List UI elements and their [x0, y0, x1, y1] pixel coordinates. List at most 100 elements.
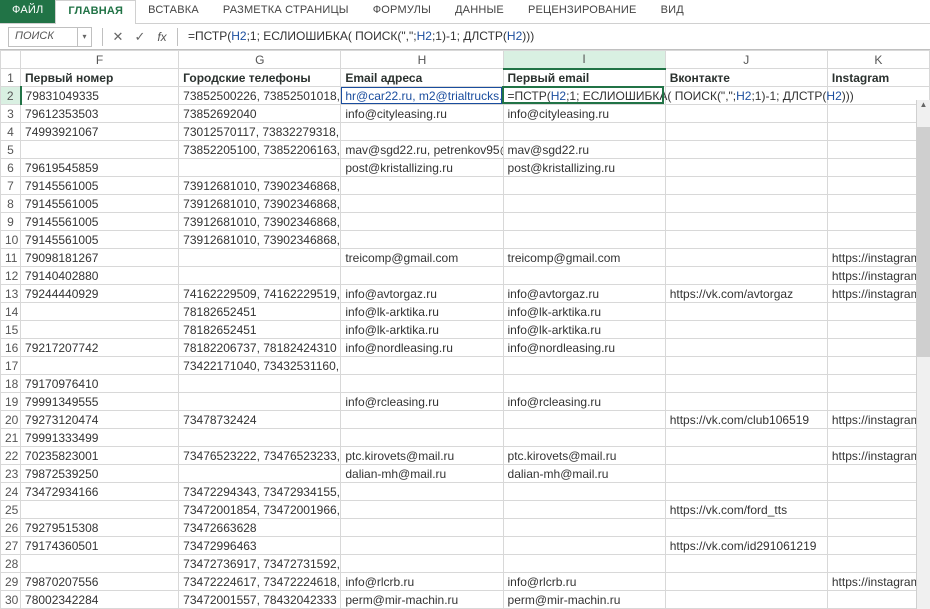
cell[interactable] — [179, 159, 341, 177]
formula-cancel-button[interactable]: ✕ — [107, 27, 129, 47]
cell[interactable]: ptc.kirovets@mail.ru — [503, 447, 665, 465]
cell[interactable]: 79140402880 — [21, 267, 179, 285]
cell[interactable] — [503, 519, 665, 537]
tab-home[interactable]: ГЛАВНАЯ — [55, 0, 136, 24]
row-header[interactable]: 30 — [1, 591, 21, 609]
cell[interactable] — [827, 339, 929, 357]
cell[interactable] — [665, 213, 827, 231]
header-cell-J[interactable]: Вконтакте — [665, 69, 827, 87]
cell[interactable] — [341, 231, 503, 249]
header-cell-F[interactable]: Первый номер — [21, 69, 179, 87]
row-header[interactable]: 13 — [1, 285, 21, 303]
cell[interactable]: 79872539250 — [21, 465, 179, 483]
cell[interactable] — [665, 159, 827, 177]
cell[interactable]: 74993921067 — [21, 123, 179, 141]
cell[interactable] — [665, 429, 827, 447]
cell[interactable]: 73912681010, 73902346868, 74162490001, 7… — [179, 213, 341, 231]
cell[interactable] — [179, 267, 341, 285]
cell[interactable] — [503, 555, 665, 573]
cell[interactable] — [341, 213, 503, 231]
row-header[interactable]: 8 — [1, 195, 21, 213]
tab-review[interactable]: РЕЦЕНЗИРОВАНИЕ — [516, 0, 649, 23]
tab-data[interactable]: ДАННЫЕ — [443, 0, 516, 23]
cell[interactable] — [827, 213, 929, 231]
cell[interactable]: treicomp@gmail.com — [503, 249, 665, 267]
cell[interactable] — [827, 105, 929, 123]
row-header[interactable]: 24 — [1, 483, 21, 501]
row-header[interactable]: 18 — [1, 375, 21, 393]
cell[interactable] — [665, 465, 827, 483]
cell[interactable] — [341, 429, 503, 447]
cell[interactable]: info@nordleasing.ru — [503, 339, 665, 357]
cell[interactable] — [827, 321, 929, 339]
cell[interactable] — [503, 231, 665, 249]
cell[interactable] — [827, 465, 929, 483]
row-header[interactable]: 16 — [1, 339, 21, 357]
cell[interactable]: 78182652451 — [179, 321, 341, 339]
name-box-dropdown-icon[interactable]: ▾ — [78, 27, 92, 47]
cell[interactable]: 78182206737, 78182424310 — [179, 339, 341, 357]
column-header-H[interactable]: H — [341, 51, 503, 69]
row-header[interactable]: 2 — [1, 87, 21, 105]
cell[interactable]: 79217207742 — [21, 339, 179, 357]
row-header[interactable]: 28 — [1, 555, 21, 573]
row-header[interactable]: 14 — [1, 303, 21, 321]
cell[interactable]: info@rcleasing.ru — [341, 393, 503, 411]
cell[interactable] — [665, 393, 827, 411]
cell[interactable]: 79991333499 — [21, 429, 179, 447]
cell[interactable]: 73472001854, 73472001966, 78432040846, 7… — [179, 501, 341, 519]
cell[interactable] — [503, 411, 665, 429]
cell[interactable]: 73912681010, 73902346868, 74162490001, 7… — [179, 177, 341, 195]
cell[interactable]: 79145561005 — [21, 231, 179, 249]
cell[interactable]: https://instagram.com/ — [827, 573, 929, 591]
cell[interactable] — [21, 321, 179, 339]
cell[interactable]: treicomp@gmail.com — [341, 249, 503, 267]
cell[interactable] — [827, 483, 929, 501]
row-header[interactable]: 26 — [1, 519, 21, 537]
cell[interactable] — [665, 141, 827, 159]
cell[interactable] — [21, 555, 179, 573]
cell[interactable]: perm@mir-machin.ru — [503, 591, 665, 609]
cell[interactable]: https://vk.com/club106519 — [665, 411, 827, 429]
cell[interactable] — [665, 177, 827, 195]
cell[interactable] — [503, 123, 665, 141]
grid[interactable]: FGHIJK 1Первый номерГородские телефоныEm… — [0, 50, 930, 609]
cell[interactable] — [503, 501, 665, 519]
cell[interactable]: info@lk-arktika.ru — [341, 321, 503, 339]
row-header[interactable]: 19 — [1, 393, 21, 411]
header-cell-K[interactable]: Instagram — [827, 69, 929, 87]
column-header-I[interactable]: I — [503, 51, 665, 69]
cell[interactable] — [21, 357, 179, 375]
cell[interactable]: post@kristallizing.ru — [503, 159, 665, 177]
cell[interactable] — [503, 429, 665, 447]
cell[interactable] — [827, 357, 929, 375]
cell[interactable] — [503, 213, 665, 231]
cell[interactable] — [665, 105, 827, 123]
cell[interactable] — [827, 159, 929, 177]
cell[interactable]: 73422171040, 73432531160, 73432531161, 7… — [179, 357, 341, 375]
cell[interactable] — [665, 339, 827, 357]
cell[interactable] — [827, 591, 929, 609]
cell[interactable] — [179, 429, 341, 447]
cell[interactable] — [179, 249, 341, 267]
name-box[interactable]: ПОИСК — [8, 27, 78, 47]
row-header[interactable]: 20 — [1, 411, 21, 429]
cell[interactable]: 79098181267 — [21, 249, 179, 267]
row-header[interactable]: 25 — [1, 501, 21, 519]
cell[interactable]: 79612353503 — [21, 105, 179, 123]
row-header[interactable]: 15 — [1, 321, 21, 339]
cell[interactable] — [665, 447, 827, 465]
row-header[interactable]: 21 — [1, 429, 21, 447]
cell[interactable]: 73852692040 — [179, 105, 341, 123]
cell[interactable]: 79831049335 — [21, 87, 179, 105]
cell[interactable] — [827, 141, 929, 159]
cell[interactable]: hr@car22.ru, m2@trialtrucks.ru — [341, 87, 503, 105]
cell[interactable] — [341, 501, 503, 519]
cell[interactable] — [341, 195, 503, 213]
cell[interactable] — [21, 303, 179, 321]
cell[interactable] — [503, 177, 665, 195]
row-header[interactable]: 6 — [1, 159, 21, 177]
header-cell-H[interactable]: Email адреса — [341, 69, 503, 87]
vertical-scrollbar[interactable]: ▲ — [916, 100, 930, 609]
cell[interactable]: 78002342284 — [21, 591, 179, 609]
